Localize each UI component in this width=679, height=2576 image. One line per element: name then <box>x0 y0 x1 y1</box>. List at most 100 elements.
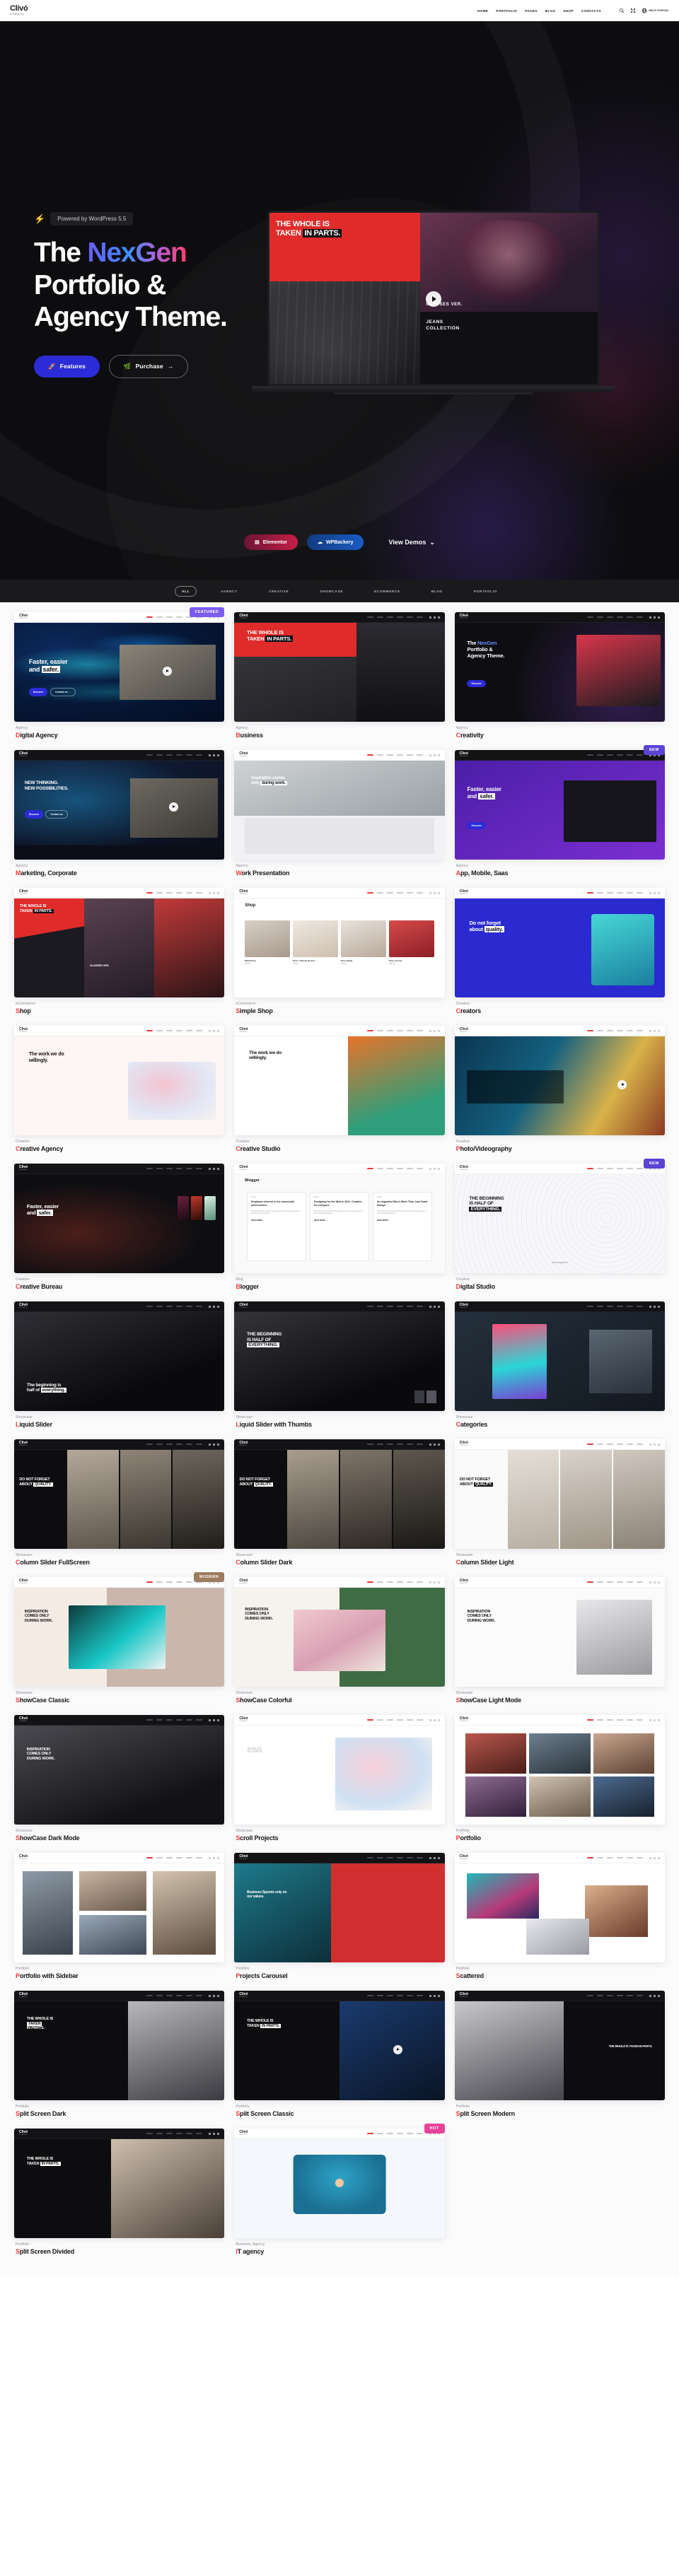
filter-portfolio[interactable]: PORTFOLIO <box>467 586 504 597</box>
nav-item-portfolio[interactable]: PORTFOLIO <box>496 9 517 13</box>
nav-item-contacts[interactable]: CONTACTS <box>581 9 601 13</box>
demo-title[interactable]: Projects Carousel <box>236 1972 443 1979</box>
demo-thumbnail-wrap[interactable]: Clivó creativity NEW THINKING. NEW POSSIBI… <box>14 750 225 860</box>
demo-card[interactable]: Clivó creativity The work we do willingly.… <box>14 1026 225 1152</box>
demo-card[interactable]: Clivó creativity DO NOT FORGET ABOUT QUALI… <box>14 1439 225 1566</box>
demo-thumbnail-wrap[interactable]: Clivó creativity Do not forget about quali… <box>454 888 665 997</box>
demo-title[interactable]: Simple Shop <box>236 1007 443 1014</box>
nav-item-blog[interactable]: BLOG <box>545 9 556 13</box>
features-button[interactable]: 🚀 Features <box>34 355 100 377</box>
filter-all[interactable]: ALL <box>175 585 197 597</box>
demo-card[interactable]: Clivó creativity Business Spends only on o… <box>234 1853 445 1979</box>
demo-title[interactable]: ShowCase Classic <box>16 1697 223 1704</box>
demo-thumbnail[interactable]: Clivó creativity Inspiration comes only du… <box>234 750 445 860</box>
demo-card[interactable]: Clivó creativity The work we do willingly.… <box>234 1026 445 1152</box>
demo-thumbnail-wrap[interactable]: Clivó creativity The work we do willingly. <box>14 1026 225 1135</box>
demo-title[interactable]: Business <box>236 732 443 739</box>
demo-thumbnail[interactable]: Clivó creativity THE WHOLE IS TAKEN IN PAR… <box>14 888 225 997</box>
demo-thumbnail[interactable]: Clivó creativity <box>234 2129 445 2238</box>
demo-title[interactable]: Creators <box>456 1007 663 1014</box>
demo-thumbnail[interactable]: Clivó creativity DO NOT FORGET ABOUT QUALI… <box>14 1439 225 1549</box>
demo-card[interactable]: Clivó creativity Creative Photo/Videograp… <box>454 1026 665 1152</box>
demo-thumbnail[interactable]: Clivó creativity esa <box>234 1715 445 1825</box>
play-icon[interactable] <box>426 291 441 307</box>
demo-title[interactable]: Liquid Slider <box>16 1421 223 1428</box>
nav-item-home[interactable]: HOME <box>477 9 488 13</box>
help-portal-link[interactable]: HELP PORTAL <box>642 8 669 13</box>
demo-thumbnail[interactable]: Clivó creativity Blogger BLOG Employee int… <box>234 1164 445 1273</box>
demo-thumbnail-wrap[interactable]: Clivó creativity <box>454 1026 665 1135</box>
demo-card[interactable]: Clivó creativity Do not forget about quali… <box>454 888 665 1014</box>
demo-card[interactable]: MODERN Clivó creativity INSPIRATION COMES … <box>14 1572 225 1704</box>
view-demos-button[interactable]: View Demos ⌄ <box>388 539 434 546</box>
demo-thumbnail[interactable]: Clivó creativity The work we do willingly. <box>234 1026 445 1135</box>
demo-thumbnail-wrap[interactable]: Clivó creativity Business Spends only on o… <box>234 1853 445 1962</box>
demo-card[interactable]: Clivó creativity Portfolio Portfolio with… <box>14 1853 225 1979</box>
demo-thumbnail-wrap[interactable]: Clivó creativity <box>454 1853 665 1962</box>
demo-thumbnail-wrap[interactable]: NEW Clivó creativity THE BEGINNING IS HALF… <box>454 1159 665 1273</box>
demo-thumbnail-wrap[interactable]: Clivó creativity THE BEGINNING IS HALF OF E… <box>234 1301 445 1411</box>
demo-thumbnail-wrap[interactable]: Clivó creativity DO NOT FORGET ABOUT QUALI… <box>234 1439 445 1549</box>
demo-title[interactable]: Split Screen Modern <box>456 2110 663 2117</box>
demo-thumbnail-wrap[interactable]: Clivó creativity The NexGen Portfolio & Age… <box>454 612 665 722</box>
demo-card[interactable]: Clivó creativity THE WHOLE IS TAKEN IN PAR… <box>234 612 445 739</box>
demo-thumbnail[interactable]: Clivó creativity <box>454 1715 665 1825</box>
demo-thumbnail-wrap[interactable]: Clivó creativity Blogger BLOG Employee int… <box>234 1164 445 1273</box>
demo-title[interactable]: Blogger <box>236 1283 443 1290</box>
demo-thumbnail-wrap[interactable]: Clivó creativity THE WHOLE IS TAKEN IN PAR… <box>234 612 445 722</box>
demo-thumbnail-wrap[interactable]: Clivó creativity DO NOT FORGET ABOUT QUALI… <box>14 1439 225 1549</box>
demo-thumbnail-wrap[interactable]: Clivó creativity Faster, easier and safer. <box>14 1164 225 1273</box>
demo-card[interactable]: Clivó creativity Shop Black Dress $45.00 D… <box>234 888 445 1014</box>
demo-card[interactable]: Clivó creativity THE WHOLE IS TAKEN IN PAR… <box>14 2129 225 2255</box>
nav-item-shop[interactable]: SHOP <box>563 9 573 13</box>
elementor-badge[interactable]: ▤ Elementor <box>244 534 298 550</box>
demo-card[interactable]: Clivó creativity Blogger BLOG Employee int… <box>234 1164 445 1290</box>
filter-showcase[interactable]: SHOWCASE <box>313 586 350 597</box>
demo-thumbnail[interactable]: Clivó creativity Faster, easier and safer.… <box>14 612 225 722</box>
demo-thumbnail-wrap[interactable]: HOT Clivó creativity <box>234 2124 445 2238</box>
demo-thumbnail[interactable]: Clivó creativity <box>14 1853 225 1962</box>
demo-title[interactable]: Creative Agency <box>16 1145 223 1152</box>
demo-thumbnail-wrap[interactable]: Clivó creativity THE WHOLE IS TAKEN IN PA… <box>454 1991 665 2100</box>
demo-card[interactable]: FEATURED Clivó creativity Faster, easier a… <box>14 607 225 739</box>
demo-thumbnail-wrap[interactable]: Clivó creativity THE WHOLE IS TAKEN IN PAR… <box>14 1991 225 2100</box>
demo-thumbnail[interactable]: Clivó creativity INSPIRATION COMES ONLY DUR… <box>14 1577 225 1687</box>
demo-thumbnail[interactable]: Clivó creativity THE WHOLE IS TAKEN IN PAR… <box>234 612 445 722</box>
demo-thumbnail[interactable]: Clivó creativity The work we do willingly. <box>14 1026 225 1135</box>
demo-card[interactable]: Clivó creativity THE WHOLE IS TAKEN IN PAR… <box>14 888 225 1014</box>
demo-title[interactable]: App, Mobile, Saas <box>456 870 663 877</box>
demo-thumbnail-wrap[interactable]: Clivó creativity THE WHOLE IS TAKEN IN PAR… <box>234 1991 445 2100</box>
demo-thumbnail-wrap[interactable]: Clivó creativity <box>454 1301 665 1411</box>
demo-card[interactable]: HOT Clivó creativity Business, Agency IT … <box>234 2124 445 2255</box>
demo-title[interactable]: Creative Studio <box>236 1145 443 1152</box>
demo-title[interactable]: Portfolio <box>456 1834 663 1842</box>
demo-thumbnail[interactable]: Clivó creativity <box>454 1026 665 1135</box>
demo-thumbnail[interactable]: Clivó creativity Do not forget about quali… <box>454 888 665 997</box>
demo-thumbnail[interactable]: Clivó creativity INSPIRATION COMES ONLY DUR… <box>14 1715 225 1825</box>
demo-thumbnail[interactable]: Clivó creativity The NexGen Portfolio & Age… <box>454 612 665 722</box>
filter-agency[interactable]: AGENCY <box>214 586 245 597</box>
demo-title[interactable]: Split Screen Divided <box>16 2248 223 2255</box>
nav-item-pages[interactable]: PAGES <box>525 9 538 13</box>
demo-title[interactable]: Split Screen Classic <box>236 2110 443 2117</box>
demo-title[interactable]: Marketing, Corporate <box>16 870 223 877</box>
demo-title[interactable]: Column Slider FullScreen <box>16 1559 223 1566</box>
brand-logo[interactable]: Clivó creativity <box>10 4 28 16</box>
demo-thumbnail[interactable]: Clivó creativity Shop Black Dress $45.00 D… <box>234 888 445 997</box>
demo-card[interactable]: NEW Clivó creativity Faster, easier and sa… <box>454 745 665 877</box>
demo-card[interactable]: Clivó creativity DO NOT FORGET ABOUT QUALI… <box>234 1439 445 1566</box>
demo-thumbnail-wrap[interactable]: Clivó creativity The beginning is half of … <box>14 1301 225 1411</box>
demo-title[interactable]: Photo/Videography <box>456 1145 663 1152</box>
demo-thumbnail-wrap[interactable]: MODERN Clivó creativity INSPIRATION COMES … <box>14 1572 225 1687</box>
demo-card[interactable]: Clivó creativity The beginning is half of … <box>14 1301 225 1428</box>
demo-card[interactable]: Clivó creativity INSPIRATION COMES ONLY DUR… <box>14 1715 225 1842</box>
filter-creative[interactable]: CREATIVE <box>262 586 296 597</box>
demo-title[interactable]: Column Slider Dark <box>236 1559 443 1566</box>
demo-card[interactable]: Clivó creativity NEW THINKING. NEW POSSIBI… <box>14 750 225 877</box>
demo-thumbnail[interactable]: Clivó creativity THE WHOLE IS TAKEN IN PAR… <box>14 1991 225 2100</box>
demo-card[interactable]: Clivó creativity INSPIRATION COMES ONLY DUR… <box>454 1577 665 1704</box>
demo-card[interactable]: NEW Clivó creativity THE BEGINNING IS HALF… <box>454 1159 665 1290</box>
demo-title[interactable]: ShowCase Light Mode <box>456 1697 663 1704</box>
demo-thumbnail-wrap[interactable]: Clivó creativity <box>14 1853 225 1962</box>
demo-thumbnail[interactable]: Clivó creativity THE BEGINNING IS HALF OF E… <box>454 1164 665 1273</box>
